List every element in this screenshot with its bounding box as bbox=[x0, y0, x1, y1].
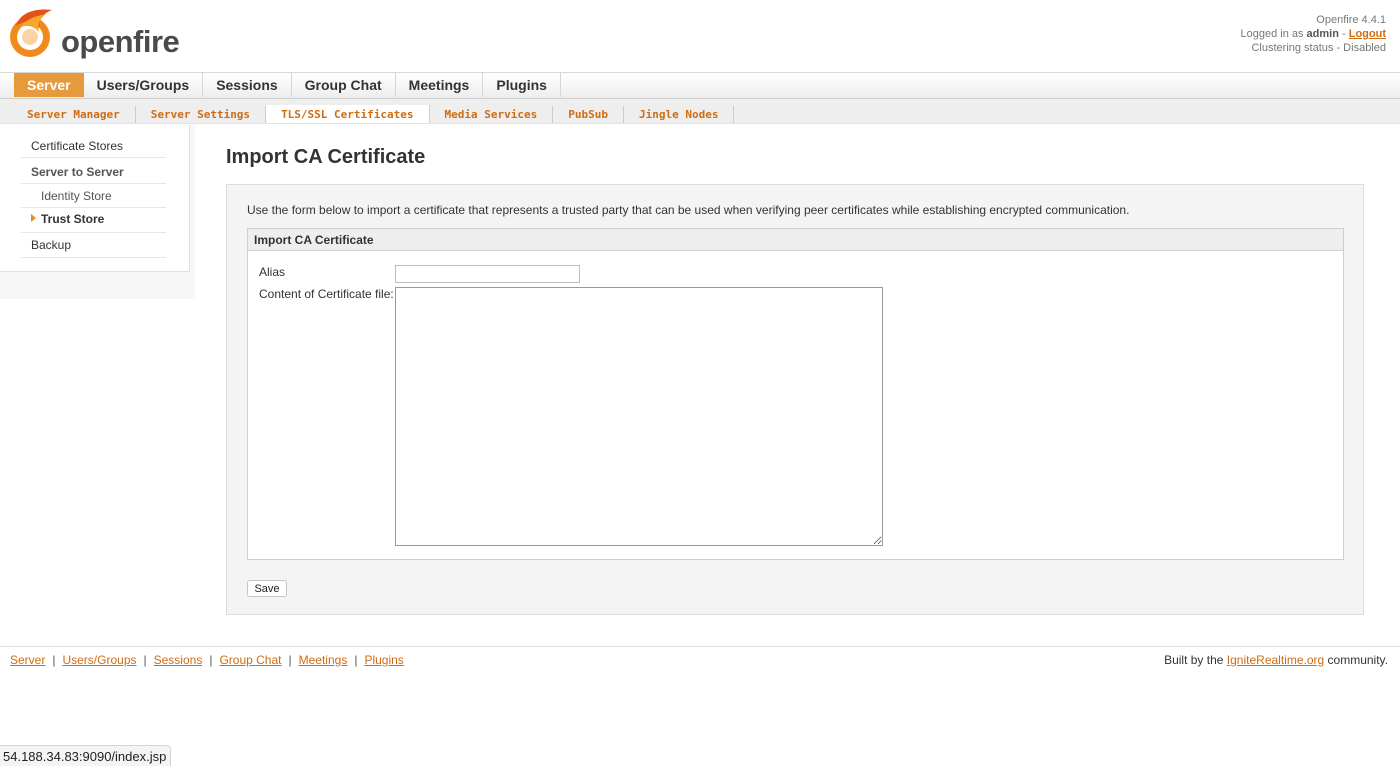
alias-label: Alias bbox=[259, 265, 286, 279]
credit-suffix: community. bbox=[1327, 653, 1388, 667]
footer-links: Server | Users/Groups | Sessions | Group Chat |… bbox=[10, 653, 404, 667]
footer: Server | Users/Groups | Sessions | Group Chat |… bbox=[0, 646, 1400, 676]
footer-link-group-chat[interactable]: Group Chat bbox=[219, 653, 281, 667]
sidebar-item-trust-store[interactable]: Trust Store bbox=[21, 209, 166, 233]
tab-meetings[interactable]: Meetings bbox=[396, 73, 484, 97]
import-form-panel: Use the form below to import a certifica… bbox=[226, 184, 1364, 615]
credit-prefix: Built by the bbox=[1164, 653, 1224, 667]
subtab-server-manager[interactable]: Server Manager bbox=[12, 106, 136, 123]
version-label: Openfire 4.4.1 bbox=[1316, 14, 1386, 26]
section-title: Import CA Certificate bbox=[248, 229, 1343, 251]
footer-link-server[interactable]: Server bbox=[10, 653, 45, 667]
tab-users-groups[interactable]: Users/Groups bbox=[84, 73, 204, 97]
certificate-content-textarea[interactable] bbox=[395, 287, 883, 546]
alias-input[interactable] bbox=[395, 265, 580, 283]
current-page-arrow-icon bbox=[31, 214, 36, 222]
sidebar-area: Certificate Stores Server to Server Iden… bbox=[0, 125, 195, 299]
subtab-tls-ssl-certificates[interactable]: TLS/SSL Certificates bbox=[266, 105, 430, 123]
logout-link[interactable]: Logout bbox=[1349, 28, 1386, 40]
footer-link-sessions[interactable]: Sessions bbox=[154, 653, 203, 667]
subtab-media-services[interactable]: Media Services bbox=[430, 106, 554, 123]
main-tabs: Server Users/Groups Sessions Group Chat … bbox=[0, 73, 1400, 99]
intro-text: Use the form below to import a certifica… bbox=[247, 203, 1130, 217]
logo-text: openfire bbox=[61, 24, 180, 59]
footer-credit: Built by the IgniteRealtime.org communit… bbox=[1164, 653, 1388, 667]
footer-separator: | bbox=[143, 653, 147, 667]
subtab-pubsub[interactable]: PubSub bbox=[553, 106, 624, 123]
sidebar-item-server-to-server[interactable]: Server to Server bbox=[21, 161, 166, 184]
save-button[interactable]: Save bbox=[247, 580, 287, 597]
certificate-content-label: Content of Certificate file: bbox=[259, 287, 394, 301]
footer-separator: | bbox=[52, 653, 56, 667]
tab-server[interactable]: Server bbox=[14, 73, 84, 97]
sidebar-item-trust-store-label: Trust Store bbox=[41, 212, 105, 226]
logged-in-prefix: Logged in as bbox=[1240, 28, 1304, 40]
footer-separator: | bbox=[209, 653, 213, 667]
sidebar-item-certificate-stores[interactable]: Certificate Stores bbox=[21, 135, 166, 158]
status-bar-url: 54.188.34.83:9090/index.jsp bbox=[0, 745, 172, 766]
user-info: Openfire 4.4.1 Logged in as admin - Logo… bbox=[1240, 13, 1386, 55]
openfire-flame-icon bbox=[10, 9, 52, 57]
username: admin bbox=[1306, 28, 1339, 40]
login-status: Logged in as admin - Logout bbox=[1240, 28, 1386, 40]
subtab-jingle-nodes[interactable]: Jingle Nodes bbox=[624, 106, 735, 123]
footer-link-users-groups[interactable]: Users/Groups bbox=[62, 653, 136, 667]
tab-sessions[interactable]: Sessions bbox=[203, 73, 292, 97]
subtab-server-settings[interactable]: Server Settings bbox=[136, 106, 267, 123]
openfire-logo[interactable]: openfire bbox=[8, 6, 180, 62]
footer-separator: | bbox=[288, 653, 292, 667]
sidebar-item-backup[interactable]: Backup bbox=[21, 235, 166, 258]
footer-separator: | bbox=[354, 653, 358, 667]
header: openfire Openfire 4.4.1 Logged in as adm… bbox=[0, 0, 1400, 73]
sidebar: Certificate Stores Server to Server Iden… bbox=[0, 125, 190, 272]
sub-tabs: Server Manager Server Settings TLS/SSL C… bbox=[0, 99, 1400, 124]
tab-plugins[interactable]: Plugins bbox=[483, 73, 561, 97]
page-title: Import CA Certificate bbox=[226, 146, 426, 168]
clustering-status: Clustering status - Disabled bbox=[1251, 42, 1386, 54]
footer-link-meetings[interactable]: Meetings bbox=[299, 653, 348, 667]
sidebar-item-identity-store[interactable]: Identity Store bbox=[21, 185, 166, 208]
import-section: Import CA Certificate Alias Content of C… bbox=[247, 228, 1344, 560]
tab-group-chat[interactable]: Group Chat bbox=[292, 73, 396, 97]
igniterealtime-link[interactable]: IgniteRealtime.org bbox=[1227, 653, 1324, 667]
footer-link-plugins[interactable]: Plugins bbox=[364, 653, 403, 667]
